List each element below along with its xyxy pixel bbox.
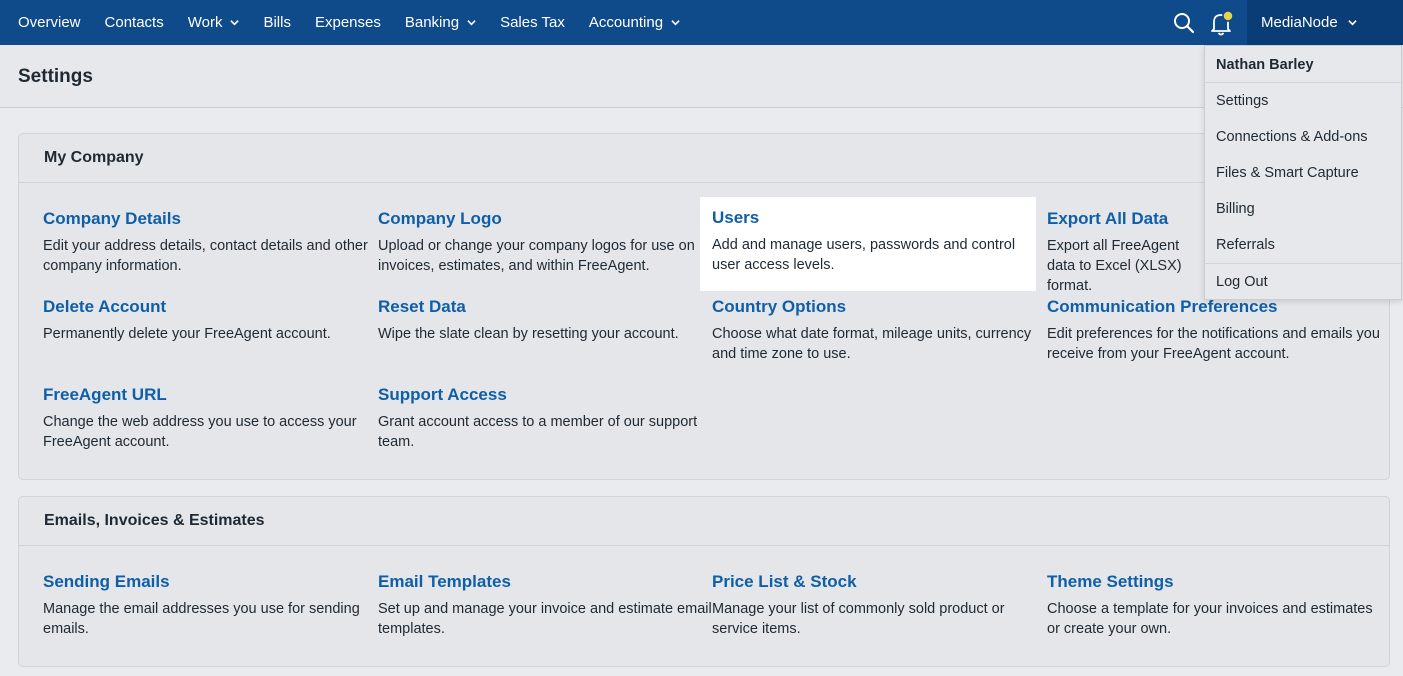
page-title: Settings [18, 66, 93, 87]
theme-settings-card[interactable]: Theme Settings Choose a template for you… [1047, 571, 1381, 639]
card-description: Manage your list of commonly sold produc… [712, 601, 1005, 637]
account-name: MediaNode [1261, 14, 1338, 31]
card-title[interactable]: Delete Account [43, 296, 377, 318]
nav-bills-label: Bills [263, 14, 291, 31]
nav-banking-label: Banking [404, 14, 460, 31]
search-button[interactable] [1165, 0, 1203, 45]
sending-emails-card[interactable]: Sending Emails Manage the email addresse… [43, 571, 377, 639]
nav-overview-label: Overview [18, 14, 81, 31]
price-list-stock-card[interactable]: Price List & Stock Manage your list of c… [712, 571, 1046, 639]
chevron-down-icon [1348, 20, 1357, 26]
nav-bills[interactable]: Bills [251, 0, 303, 45]
menu-item-settings[interactable]: Settings [1205, 83, 1401, 119]
email-templates-card[interactable]: Email Templates Set up and manage your i… [378, 571, 712, 639]
my-company-panel: My Company Company Details Edit your add… [18, 133, 1390, 480]
card-description: Add and manage users, passwords and cont… [712, 237, 1016, 273]
company-logo-card[interactable]: Company Logo Upload or change your compa… [378, 208, 712, 276]
card-title[interactable]: Company Details [43, 208, 377, 230]
nav-overview[interactable]: Overview [0, 0, 93, 45]
top-navigation: Overview Contacts Work Bills Expenses Ba… [0, 0, 1403, 45]
account-menu-button[interactable]: MediaNode [1247, 0, 1403, 45]
card-title[interactable]: Company Logo [378, 208, 712, 230]
panel-heading: Emails, Invoices & Estimates [19, 497, 1389, 546]
menu-item-billing[interactable]: Billing [1205, 191, 1401, 227]
dropdown-user-name: Nathan Barley [1205, 46, 1401, 83]
export-all-data-card[interactable]: Export All Data Export all FreeAgent dat… [1047, 208, 1207, 296]
nav-sales-tax[interactable]: Sales Tax [488, 0, 577, 45]
support-access-card[interactable]: Support Access Grant account access to a… [378, 384, 712, 452]
card-description: Choose what date format, mileage units, … [712, 326, 1032, 362]
card-title[interactable]: FreeAgent URL [43, 384, 377, 406]
card-title[interactable]: Reset Data [378, 296, 712, 318]
card-description: Grant account access to a member of our … [378, 414, 698, 450]
card-description: Edit your address details, contact detai… [43, 238, 368, 274]
emails-invoices-estimates-panel: Emails, Invoices & Estimates Sending Ema… [18, 496, 1390, 667]
card-description: Manage the email addresses you use for s… [43, 601, 360, 637]
nav-expenses[interactable]: Expenses [303, 0, 393, 45]
reset-data-card[interactable]: Reset Data Wipe the slate clean by reset… [378, 296, 712, 344]
nav-work[interactable]: Work [176, 0, 252, 45]
card-title[interactable]: Email Templates [378, 571, 712, 593]
card-description: Export all FreeAgent data to Excel (XLSX… [1047, 238, 1182, 294]
nav-sales-tax-label: Sales Tax [500, 14, 565, 31]
card-title[interactable]: Users [712, 207, 1024, 229]
card-description: Permanently delete your FreeAgent accoun… [43, 326, 331, 342]
search-icon [1174, 12, 1195, 33]
nav-expenses-label: Expenses [314, 14, 381, 31]
card-description: Set up and manage your invoice and estim… [378, 601, 712, 637]
panel-heading: My Company [19, 134, 1389, 183]
nav-contacts-label: Contacts [104, 14, 164, 31]
menu-item-log-out[interactable]: Log Out [1205, 263, 1401, 299]
card-title[interactable]: Price List & Stock [712, 571, 1046, 593]
menu-item-connections-add-ons[interactable]: Connections & Add-ons [1205, 119, 1401, 155]
nav-work-label: Work [187, 14, 223, 31]
menu-item-referrals[interactable]: Referrals [1205, 227, 1401, 263]
chevron-down-icon [467, 20, 476, 26]
nav-banking[interactable]: Banking [393, 0, 488, 45]
nav-accounting-label: Accounting [588, 14, 664, 31]
users-card[interactable]: Users Add and manage users, passwords an… [700, 197, 1036, 291]
card-title[interactable]: Support Access [378, 384, 712, 406]
bell-icon [1211, 9, 1234, 35]
notifications-button[interactable] [1203, 0, 1241, 45]
chevron-down-icon [671, 20, 680, 26]
card-title[interactable]: Country Options [712, 296, 1046, 318]
card-description: Wipe the slate clean by resetting your a… [378, 326, 679, 342]
chevron-down-icon [230, 20, 240, 26]
menu-item-files-smart-capture[interactable]: Files & Smart Capture [1205, 155, 1401, 191]
delete-account-card[interactable]: Delete Account Permanently delete your F… [43, 296, 377, 344]
card-description: Upload or change your company logos for … [378, 238, 695, 274]
nav-contacts[interactable]: Contacts [93, 0, 176, 45]
card-description: Edit preferences for the notifications a… [1047, 326, 1380, 362]
freeagent-url-card[interactable]: FreeAgent URL Change the web address you… [43, 384, 377, 452]
card-title[interactable]: Theme Settings [1047, 571, 1381, 593]
company-details-card[interactable]: Company Details Edit your address detail… [43, 208, 377, 276]
communication-preferences-card[interactable]: Communication Preferences Edit preferenc… [1047, 296, 1381, 364]
nav-accounting[interactable]: Accounting [577, 0, 692, 45]
card-description: Choose a template for your invoices and … [1047, 601, 1373, 637]
card-title[interactable]: Sending Emails [43, 571, 377, 593]
page-header: Settings [0, 45, 1403, 108]
card-description: Change the web address you use to access… [43, 414, 357, 450]
card-title[interactable]: Export All Data [1047, 208, 1207, 230]
account-dropdown-menu: Nathan Barley Settings Connections & Add… [1204, 45, 1402, 300]
country-options-card[interactable]: Country Options Choose what date format,… [712, 296, 1046, 364]
